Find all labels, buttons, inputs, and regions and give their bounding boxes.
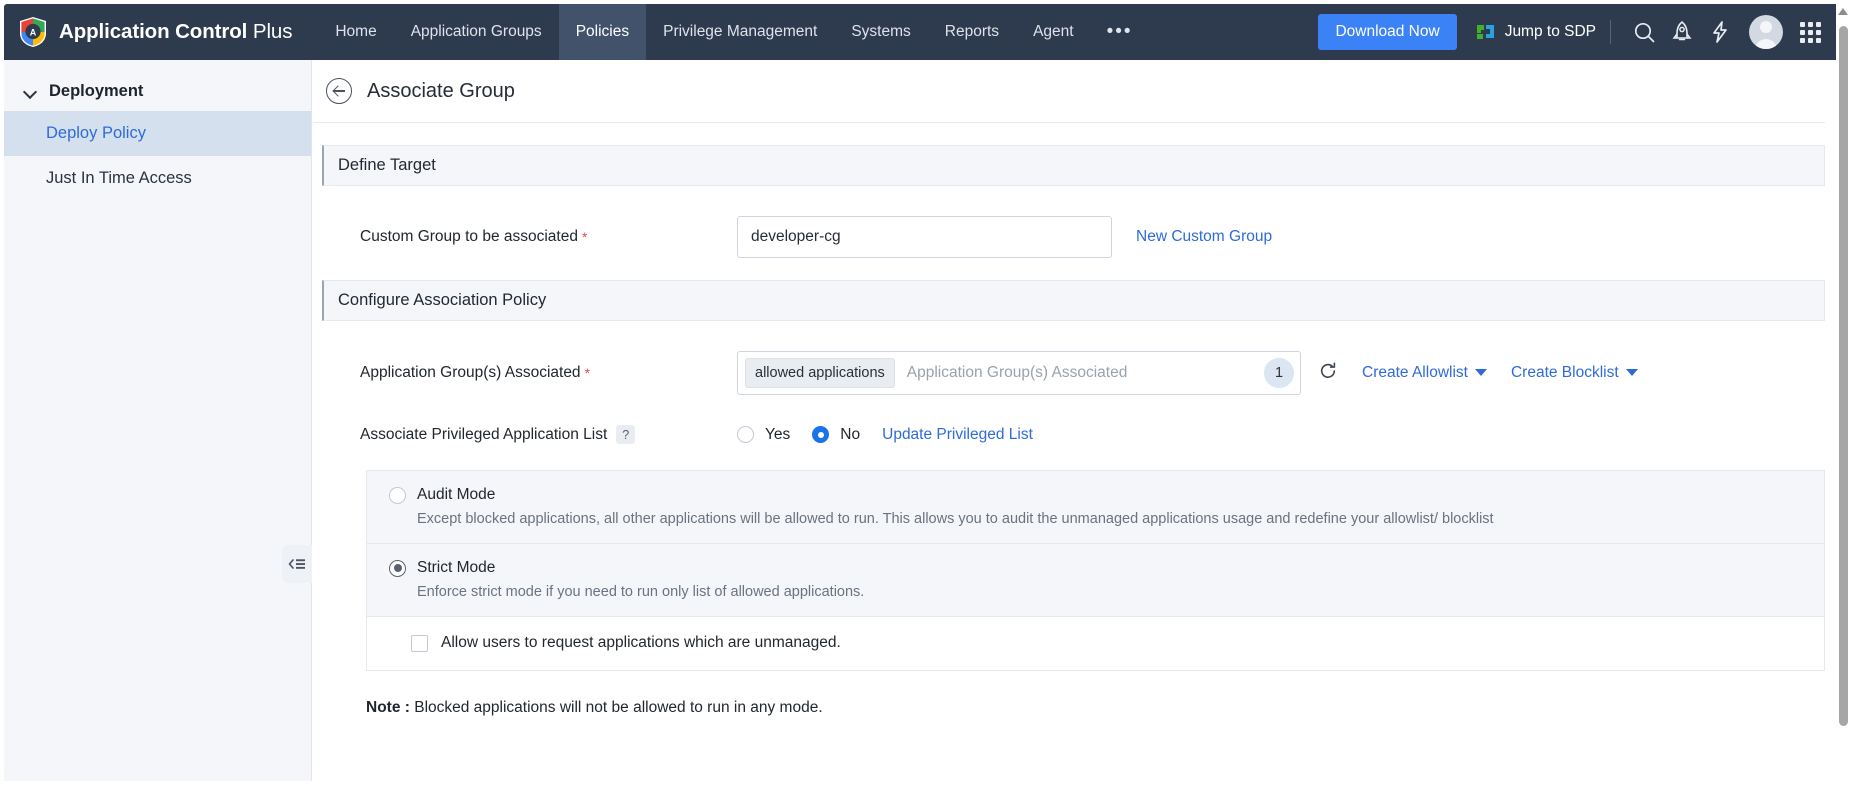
note-body: Blocked applications will not be allowed… bbox=[409, 699, 823, 716]
svg-text:A: A bbox=[30, 27, 37, 37]
application-groups-placeholder: Application Group(s) Associated bbox=[906, 364, 1128, 381]
allow-request-label[interactable]: Allow users to request applications whic… bbox=[441, 634, 841, 652]
create-allowlist-label: Create Allowlist bbox=[1362, 364, 1468, 381]
audit-mode-title-row: Audit Mode bbox=[389, 486, 1824, 504]
nav-item-policies[interactable]: Policies bbox=[558, 4, 647, 60]
main-content: Associate Group Define Target Custom Gro… bbox=[313, 60, 1841, 781]
privileged-list-radio-group: Yes No Update Privileged List bbox=[737, 426, 1033, 444]
privileged-no-radio[interactable] bbox=[812, 426, 830, 443]
jump-to-sdp-label: Jump to SDP bbox=[1504, 23, 1596, 40]
privileged-list-label-text: Associate Privileged Application List bbox=[360, 425, 608, 443]
strict-mode-description: Enforce strict mode if you need to run o… bbox=[417, 584, 865, 600]
brand-title-light: Plus bbox=[247, 20, 293, 43]
audit-mode-description: Except blocked applications, all other a… bbox=[417, 511, 1494, 527]
nav-item-reports[interactable]: Reports bbox=[928, 4, 1016, 60]
mode-card-audit[interactable]: Audit Mode Except blocked applications, … bbox=[367, 471, 1824, 543]
define-target-body: Custom Group to be associated * New Cust… bbox=[313, 186, 1841, 258]
strict-mode-title-row: Strict Mode bbox=[389, 559, 1824, 577]
nav-overflow-menu-icon[interactable]: ••• bbox=[1091, 4, 1149, 60]
main-nav-items: Home Application Groups Policies Privile… bbox=[318, 4, 1148, 60]
scrollbar-thumb[interactable] bbox=[1839, 26, 1848, 726]
collapse-sidebar-icon[interactable] bbox=[282, 545, 312, 583]
window-edge-bottom bbox=[0, 781, 1854, 785]
custom-group-input[interactable] bbox=[737, 216, 1112, 258]
nav-item-systems[interactable]: Systems bbox=[834, 4, 927, 60]
note-text: Note : Blocked applications will not be … bbox=[366, 699, 1841, 717]
brand-title-bold: Application Control bbox=[59, 20, 248, 43]
page-header: Associate Group bbox=[313, 60, 1825, 123]
download-now-button[interactable]: Download Now bbox=[1318, 14, 1457, 50]
privileged-list-label: Associate Privileged Application List ? bbox=[322, 425, 737, 444]
page-title: Associate Group bbox=[367, 79, 515, 102]
app-grid-icon[interactable] bbox=[1791, 13, 1829, 51]
application-window: A Application Control Plus Home Applicat… bbox=[0, 0, 1854, 785]
audit-mode-radio[interactable] bbox=[389, 486, 406, 504]
sidebar-item-deploy-policy[interactable]: Deploy Policy bbox=[4, 111, 311, 156]
sidebar-group-label: Deployment bbox=[49, 82, 144, 100]
application-groups-label-text: Application Group(s) Associated bbox=[360, 364, 581, 381]
page-scrollbar[interactable] bbox=[1836, 4, 1850, 781]
top-navigation-bar: A Application Control Plus Home Applicat… bbox=[4, 4, 1841, 60]
create-allowlist-dropdown[interactable]: Create Allowlist bbox=[1362, 364, 1487, 382]
window-edge-top bbox=[0, 0, 1854, 4]
mode-card-strict[interactable]: Strict Mode Enforce strict mode if you n… bbox=[367, 543, 1824, 616]
scroll-up-arrow-icon[interactable] bbox=[1838, 8, 1848, 15]
nav-item-application-groups[interactable]: Application Groups bbox=[394, 4, 559, 60]
new-custom-group-link[interactable]: New Custom Group bbox=[1136, 228, 1272, 246]
privileged-no-label[interactable]: No bbox=[840, 426, 860, 444]
brand-title: Application Control Plus bbox=[59, 20, 292, 44]
privileged-yes-radio[interactable] bbox=[737, 426, 754, 443]
window-edge-left bbox=[0, 0, 4, 785]
nav-divider bbox=[1610, 20, 1611, 44]
sidebar-group-deployment[interactable]: Deployment bbox=[4, 60, 311, 111]
required-asterisk: * bbox=[581, 229, 588, 245]
strict-mode-title: Strict Mode bbox=[417, 559, 496, 576]
chevron-down-icon bbox=[24, 87, 38, 96]
rocket-icon[interactable] bbox=[1663, 13, 1701, 51]
application-groups-label: Application Group(s) Associated * bbox=[322, 364, 737, 382]
allow-request-checkbox[interactable] bbox=[411, 634, 428, 652]
sidebar-item-just-in-time-access[interactable]: Just In Time Access bbox=[4, 156, 311, 201]
user-avatar[interactable] bbox=[1749, 15, 1783, 49]
sdp-icon bbox=[1475, 22, 1497, 42]
section-header-define-target: Define Target bbox=[322, 145, 1825, 186]
privileged-yes-label[interactable]: Yes bbox=[765, 426, 790, 444]
search-icon[interactable] bbox=[1625, 13, 1663, 51]
update-privileged-list-link[interactable]: Update Privileged List bbox=[882, 426, 1033, 444]
help-icon[interactable]: ? bbox=[616, 425, 636, 444]
strict-mode-radio[interactable] bbox=[389, 559, 406, 577]
chevron-down-icon bbox=[1474, 369, 1487, 376]
shield-logo-icon: A bbox=[18, 16, 48, 48]
tag-allowed-applications[interactable]: allowed applications bbox=[745, 358, 895, 388]
chevron-down-icon bbox=[1625, 369, 1638, 376]
bolt-icon[interactable] bbox=[1701, 13, 1739, 51]
nav-item-home[interactable]: Home bbox=[318, 4, 393, 60]
brand-logo-area[interactable]: A Application Control Plus bbox=[4, 4, 318, 60]
left-sidebar: Deployment Deploy Policy Just In Time Ac… bbox=[4, 60, 312, 781]
note-prefix: Note : bbox=[366, 699, 410, 716]
application-groups-row: Application Group(s) Associated * allowe… bbox=[322, 321, 1841, 395]
nav-item-privilege-management[interactable]: Privilege Management bbox=[646, 4, 834, 60]
section-header-configure-association-policy: Configure Association Policy bbox=[322, 280, 1825, 321]
create-blocklist-label: Create Blocklist bbox=[1510, 364, 1619, 381]
refresh-icon[interactable] bbox=[1318, 361, 1338, 386]
audit-mode-title: Audit Mode bbox=[417, 486, 496, 503]
privileged-list-row: Associate Privileged Application List ? … bbox=[322, 395, 1841, 444]
create-blocklist-dropdown[interactable]: Create Blocklist bbox=[1511, 364, 1638, 382]
custom-group-row: Custom Group to be associated * New Cust… bbox=[322, 186, 1841, 258]
mode-selection-group: Audit Mode Except blocked applications, … bbox=[366, 470, 1825, 671]
custom-group-label: Custom Group to be associated * bbox=[322, 228, 737, 246]
application-groups-count-badge: 1 bbox=[1264, 358, 1294, 388]
required-asterisk: * bbox=[584, 365, 591, 381]
jump-to-sdp-button[interactable]: Jump to SDP bbox=[1475, 22, 1596, 42]
allow-request-row: Allow users to request applications whic… bbox=[367, 616, 1824, 670]
back-arrow-icon[interactable] bbox=[326, 78, 352, 104]
custom-group-label-text: Custom Group to be associated bbox=[360, 228, 578, 245]
association-policy-body: Application Group(s) Associated * allowe… bbox=[313, 321, 1841, 717]
app-grid-dots bbox=[1799, 21, 1821, 43]
nav-item-agent[interactable]: Agent bbox=[1016, 4, 1091, 60]
top-nav-actions: Download Now Jump to SDP bbox=[1318, 4, 1841, 60]
application-groups-tag-input[interactable]: allowed applications Application Group(s… bbox=[737, 351, 1301, 395]
